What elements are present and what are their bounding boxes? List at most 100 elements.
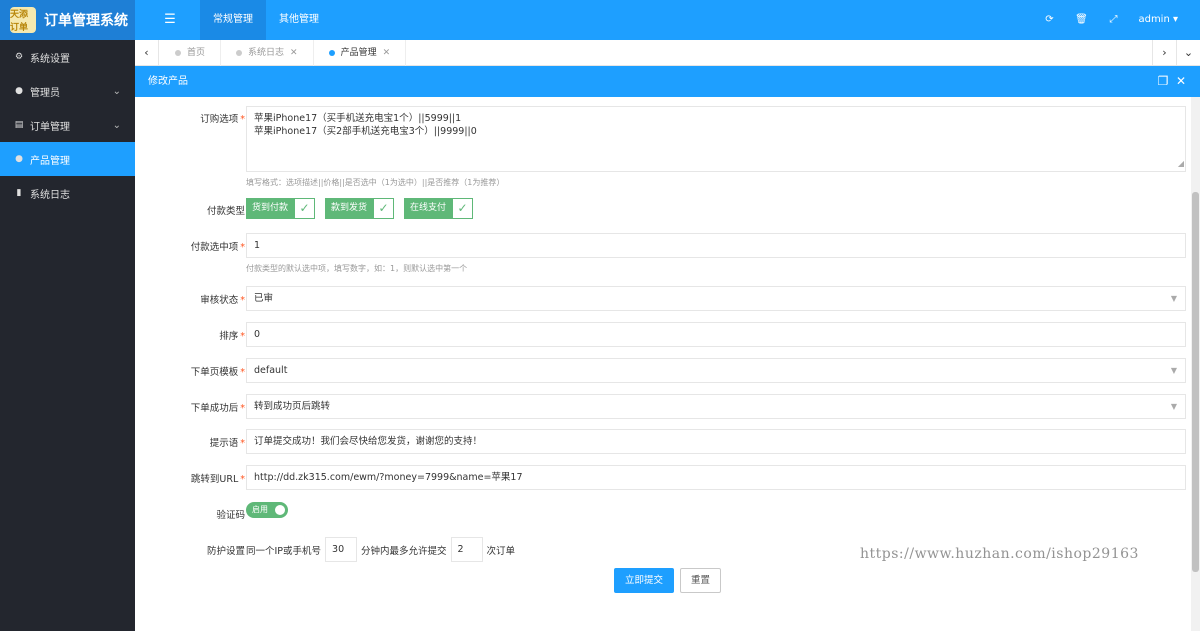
tab-scroll-left-icon[interactable]: ‹	[135, 40, 159, 66]
tab-home[interactable]: 首页	[160, 40, 222, 66]
sidebar-item-label: 管理员	[30, 87, 60, 99]
panel-title: 修改产品	[148, 76, 188, 87]
sidebar-item-system-log[interactable]: ▮ 系统日志	[0, 176, 135, 210]
options-hint: 填写格式：选项描述||价格||是否选中（1为选中）||是否推荐（1为推荐）	[246, 178, 505, 187]
submit-button[interactable]: 立即提交	[614, 568, 674, 593]
redirect-input[interactable]: http://dd.zk315.com/ewm/?money=7999&name…	[246, 465, 1186, 490]
checkbox-label: 在线支付	[404, 198, 453, 219]
tab-label: 首页	[187, 48, 206, 58]
caret-down-icon: ▼	[1170, 294, 1177, 303]
sidebar-item-products[interactable]: ● 产品管理	[0, 142, 135, 176]
product-icon: ●	[15, 154, 23, 164]
panel-controls: ❐ ✕	[1154, 66, 1190, 97]
template-select[interactable]: default ▼	[246, 358, 1186, 383]
tab-dot	[175, 50, 181, 56]
protect-minutes-input[interactable]: 30	[325, 537, 358, 562]
watermark: https://www.huzhan.com/ishop29163	[860, 546, 1139, 562]
list-icon: ▤	[14, 120, 24, 130]
fullscreen-icon[interactable]: ⤢	[1100, 0, 1126, 40]
sort-label: 排序 *	[219, 331, 245, 342]
logo-area: 天添订单 订单管理系统	[0, 0, 135, 40]
after-order-select-value: 转到成功页后跳转	[254, 401, 331, 412]
options-line: 苹果iPhone17（买2部手机送充电宝3个）||9999||0	[254, 126, 477, 137]
top-nav: 常规管理 其他管理	[200, 0, 332, 40]
audit-select[interactable]: 已审 ▼	[246, 286, 1186, 311]
nav-general-management[interactable]: 常规管理	[200, 0, 266, 40]
clear-cache-icon[interactable]: 🗑	[1068, 0, 1094, 40]
protect-text: 同一个IP或手机号	[246, 545, 322, 557]
check-icon: ✓	[452, 198, 474, 219]
checkbox-label: 款到发货	[325, 198, 374, 219]
sidebar-item-label: 订单管理	[30, 121, 70, 133]
tab-dot	[328, 50, 335, 56]
close-icon[interactable]: ✕	[290, 40, 298, 66]
close-icon[interactable]: ✕	[1172, 66, 1190, 97]
protect-text: 次订单	[486, 545, 516, 557]
redirect-label: 跳转到URL *	[190, 474, 245, 485]
file-icon: ▮	[16, 188, 22, 198]
gears-icon: ⚙	[14, 52, 24, 62]
close-icon[interactable]: ✕	[383, 40, 391, 66]
header-right: ⟳ 🗑 ⤢ admin ▾	[1030, 0, 1200, 40]
sidebar-item-label: 系统设置	[30, 53, 70, 65]
scrollbar[interactable]	[1191, 97, 1200, 631]
app-logo: 天添订单	[10, 7, 36, 33]
sidebar-item-orders[interactable]: ▤ 订单管理 ⌄	[0, 108, 135, 142]
sidebar-item-label: 产品管理	[30, 155, 70, 167]
tab-label: 产品管理	[340, 48, 377, 58]
user-icon: ●	[15, 86, 23, 96]
sort-input[interactable]: 0	[246, 322, 1186, 347]
protect-label: 防护设置	[206, 546, 245, 557]
tab-scroll-right-icon[interactable]: ›	[1152, 40, 1176, 66]
audit-label: 审核状态 *	[200, 295, 245, 306]
tab-dot	[236, 50, 243, 56]
tabs: 首页 系统日志 ✕ 产品管理 ✕	[160, 40, 407, 66]
restore-window-icon[interactable]: ❐	[1154, 66, 1172, 97]
checkbox-label: 货到付款	[246, 198, 295, 219]
top-header: 天添订单 订单管理系统 ☰ 常规管理 其他管理 ⟳ 🗑 ⤢ admin ▾	[0, 0, 1200, 40]
sidebar-item-admin[interactable]: ● 管理员 ⌄	[0, 74, 135, 108]
protect-text: 分钟内最多允许提交	[361, 545, 447, 557]
nav-other-management[interactable]: 其他管理	[266, 0, 332, 40]
tab-system-log[interactable]: 系统日志 ✕	[221, 40, 314, 66]
options-textarea[interactable]: 苹果iPhone17（买手机送充电宝1个）||5999||1 苹果iPhone1…	[246, 106, 1186, 172]
sidebar-item-label: 系统日志	[30, 189, 70, 201]
pay-default-hint: 付款类型的默认选中项，填写数字，如：1，则默认选中第一个	[246, 264, 468, 273]
pay-type-cod-checkbox[interactable]: 货到付款 ✓	[246, 198, 316, 219]
pay-default-input[interactable]: 1	[246, 233, 1186, 258]
switch-knob	[275, 505, 285, 515]
scrollbar-thumb[interactable]	[1192, 192, 1199, 572]
caret-down-icon: ▼	[1170, 366, 1177, 375]
switch-text: 启用	[252, 505, 268, 514]
sidebar-item-system-settings[interactable]: ⚙ 系统设置	[0, 40, 135, 74]
sidebar: ⚙ 系统设置 ● 管理员 ⌄ ▤ 订单管理 ⌄ ● 产品管理 ▮ 系统日志	[0, 40, 135, 631]
captcha-label: 验证码	[216, 510, 245, 521]
check-icon: ✓	[373, 198, 395, 219]
options-label: 订购选项 *	[200, 114, 245, 125]
pay-type-online-checkbox[interactable]: 在线支付 ✓	[404, 198, 474, 219]
reset-button[interactable]: 重置	[680, 568, 721, 593]
chevron-down-icon: ⌄	[112, 85, 121, 97]
app-title: 订单管理系统	[44, 13, 128, 29]
resize-handle-icon[interactable]: ◢	[1178, 157, 1184, 170]
pay-default-label: 付款选中项 *	[190, 242, 245, 253]
tab-menu-chevron-down-icon[interactable]: ⌄	[1176, 40, 1200, 66]
refresh-icon[interactable]: ⟳	[1036, 0, 1062, 40]
check-icon: ✓	[294, 198, 316, 219]
tab-product-management[interactable]: 产品管理 ✕	[314, 40, 407, 66]
protect-settings: 同一个IP或手机号 30 分钟内最多允许提交 2 次订单	[246, 537, 515, 562]
caret-down-icon: ▼	[1170, 402, 1177, 411]
after-order-label: 下单成功后 *	[190, 403, 245, 414]
user-menu[interactable]: admin ▾	[1126, 0, 1200, 40]
captcha-switch[interactable]: 启用	[246, 502, 288, 518]
panel-header: 修改产品 ❐ ✕	[135, 66, 1200, 97]
pay-type-prepay-checkbox[interactable]: 款到发货 ✓	[325, 198, 395, 219]
tip-input[interactable]: 订单提交成功！我们会尽快给您发货，谢谢您的支持！	[246, 429, 1186, 454]
protect-count-input[interactable]: 2	[450, 537, 483, 562]
template-label: 下单页模板 *	[190, 367, 245, 378]
tab-label: 系统日志	[248, 48, 285, 58]
chevron-down-icon: ⌄	[112, 119, 121, 131]
after-order-select[interactable]: 转到成功页后跳转 ▼	[246, 394, 1186, 419]
menu-toggle-icon[interactable]: ☰	[159, 12, 181, 28]
audit-select-value: 已审	[254, 293, 274, 304]
